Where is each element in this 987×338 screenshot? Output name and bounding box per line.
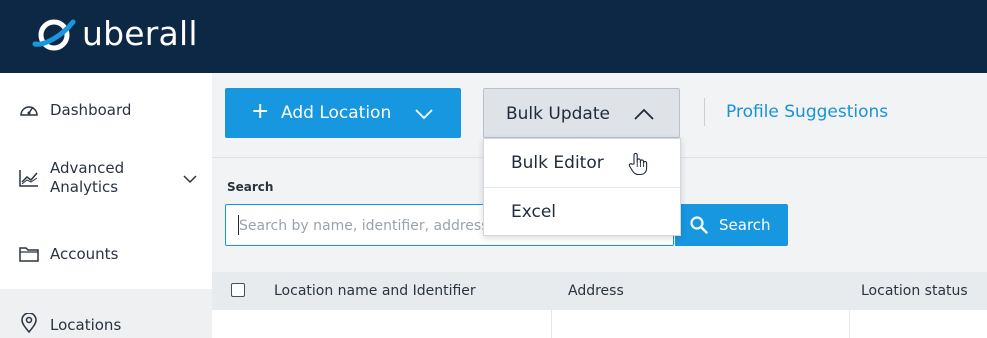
search-label: Search	[227, 180, 274, 194]
sidebar-item-label: Accounts	[50, 245, 119, 263]
chevron-down-icon	[415, 105, 433, 124]
brand-name: uberall	[82, 14, 198, 53]
search-button-label: Search	[719, 216, 771, 234]
gauge-icon	[18, 99, 40, 121]
profile-suggestions-link[interactable]: Profile Suggestions	[726, 102, 888, 122]
analytics-chart-icon	[18, 167, 40, 189]
toolbar-divider	[704, 98, 705, 126]
column-header-location-name[interactable]: Location name and Identifier	[274, 282, 476, 300]
hand-pointer-cursor-icon	[627, 152, 649, 180]
add-location-label: Add Location	[281, 103, 392, 123]
bulk-update-label: Bulk Update	[506, 104, 610, 124]
sidebar-item-dashboard[interactable]: Dashboard	[0, 95, 212, 125]
column-header-address[interactable]: Address	[568, 282, 624, 300]
folder-icon	[18, 243, 40, 265]
column-header-location-status[interactable]: Location status	[861, 282, 968, 300]
sidebar: Dashboard Advanced Analytics Accounts Lo…	[0, 73, 212, 338]
uberall-logo[interactable]: uberall	[32, 14, 198, 54]
table-header: Location name and Identifier Address Loc…	[212, 272, 987, 310]
plus-icon: +	[251, 99, 270, 124]
chevron-up-icon	[634, 105, 654, 124]
sidebar-item-locations[interactable]: Locations	[0, 289, 212, 338]
menu-item-label: Excel	[511, 202, 557, 222]
bulk-update-menu: Bulk Editor Excel	[483, 138, 681, 236]
column-separator	[849, 310, 850, 338]
bulk-update-button[interactable]: Bulk Update	[483, 88, 680, 138]
sidebar-item-label: Locations	[50, 316, 122, 334]
search-icon	[690, 216, 708, 238]
menu-item-bulk-editor[interactable]: Bulk Editor	[484, 139, 680, 187]
menu-item-label: Bulk Editor	[511, 153, 604, 173]
search-button[interactable]: Search	[675, 204, 788, 246]
location-pin-icon	[18, 312, 40, 334]
sidebar-item-accounts[interactable]: Accounts	[0, 239, 212, 269]
planet-logo-icon	[32, 19, 76, 51]
chevron-down-icon[interactable]	[183, 169, 197, 188]
sidebar-item-advanced-analytics[interactable]: Advanced Analytics	[0, 155, 212, 199]
table-row[interactable]	[212, 310, 987, 338]
column-separator	[551, 310, 552, 338]
menu-item-excel[interactable]: Excel	[484, 188, 680, 236]
search-placeholder: Search by name, identifier, address	[239, 218, 489, 234]
add-location-button[interactable]: + Add Location	[225, 88, 461, 138]
select-all-checkbox[interactable]	[231, 283, 245, 297]
sidebar-item-label: Advanced Analytics	[50, 159, 125, 196]
text-caret	[238, 215, 239, 235]
sidebar-item-label: Dashboard	[50, 101, 132, 119]
top-bar: uberall	[0, 0, 987, 73]
